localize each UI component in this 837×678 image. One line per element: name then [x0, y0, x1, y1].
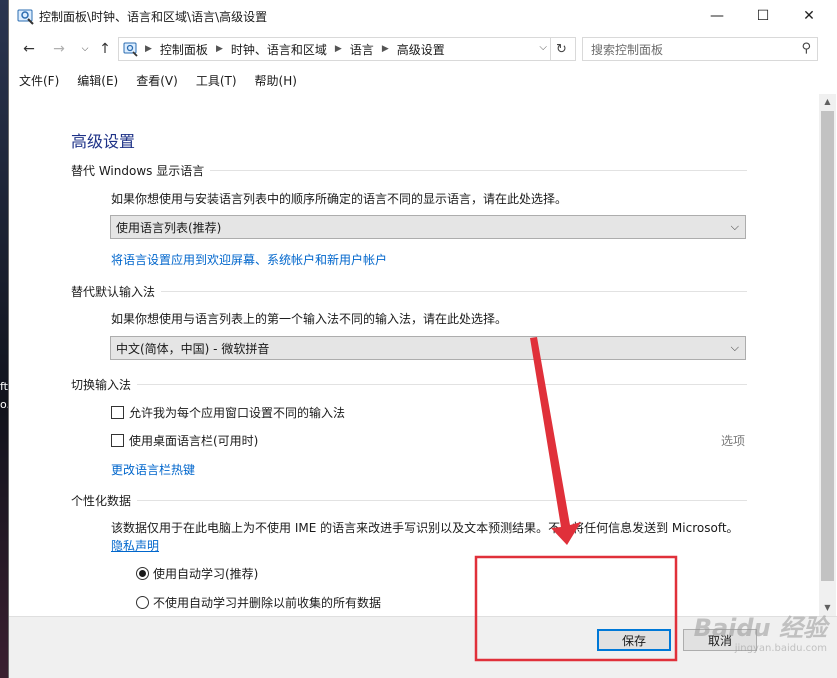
minimize-button[interactable]: — [694, 0, 740, 32]
section-switch-input: 切换输入法 [71, 376, 747, 393]
breadcrumb-language[interactable]: 语言 [350, 41, 374, 58]
vertical-scrollbar[interactable]: ▲ ▼ [819, 94, 836, 616]
address-field[interactable]: ▶ 控制面板 ▶ 时钟、语言和区域 ▶ 语言 ▶ 高级设置 ⌵ [118, 37, 576, 61]
radio-label: 不使用自动学习并删除以前收集的所有数据 [153, 596, 382, 610]
address-bar: ← → ⌵ ↑ ▶ 控制面板 ▶ 时钟、语言和区域 ▶ 语言 ▶ 高级设置 ⌵ … [9, 34, 837, 64]
menu-bar: 文件(F) 编辑(E) 查看(V) 工具(T) 帮助(H) [9, 70, 837, 90]
title-bar: 控制面板\时钟、语言和区域\语言\高级设置 — ☐ ✕ [9, 0, 837, 32]
apply-language-settings-link[interactable]: 将语言设置应用到欢迎屏幕、系统帐户和新用户帐户 [111, 251, 387, 268]
maximize-button[interactable]: ☐ [740, 0, 786, 32]
breadcrumb-control-panel[interactable]: 控制面板 [160, 41, 208, 58]
menu-tools[interactable]: 工具(T) [196, 72, 237, 89]
chevron-down-icon: ⌵ [730, 220, 739, 233]
search-placeholder: 搜索控制面板 [591, 42, 664, 57]
change-hotkeys-link[interactable]: 更改语言栏热键 [111, 461, 195, 478]
breadcrumb-chevron-icon: ▶ [334, 44, 342, 54]
breadcrumb-chevron-icon: ▶ [381, 44, 389, 54]
desktop-background [0, 0, 8, 678]
breadcrumb-chevron-icon: ▶ [215, 44, 223, 54]
forward-arrow-icon[interactable]: → [49, 39, 69, 59]
section-divider [161, 291, 747, 292]
desktop-text-snippet: ft [0, 380, 8, 393]
control-panel-icon [119, 38, 143, 60]
section-heading: 切换输入法 [71, 378, 132, 392]
search-input[interactable]: 搜索控制面板 ⚲ [582, 37, 818, 61]
save-button[interactable]: 保存 [597, 629, 671, 651]
auto-learning-radio-row[interactable]: 使用自动学习(推荐) [136, 565, 258, 582]
checkbox[interactable] [111, 406, 124, 419]
personalization-description: 该数据仅用于在此电脑上为不使用 IME 的语言来改进手写识别以及文本预测结果。不… [111, 521, 739, 535]
menu-help[interactable]: 帮助(H) [255, 72, 297, 89]
watermark-url: jingyan.baidu.com [734, 643, 827, 654]
menu-edit[interactable]: 编辑(E) [77, 72, 118, 89]
radio-label: 使用自动学习(推荐) [153, 567, 259, 581]
window-title: 控制面板\时钟、语言和区域\语言\高级设置 [39, 10, 268, 24]
breadcrumb-chevron-icon: ▶ [145, 44, 152, 54]
no-auto-learning-radio-row[interactable]: 不使用自动学习并删除以前收集的所有数据 [136, 594, 381, 611]
radio-button[interactable] [136, 596, 149, 609]
section-display-language: 替代 Windows 显示语言 [71, 162, 747, 179]
checkbox-label: 使用桌面语言栏(可用时) [129, 434, 259, 448]
control-panel-window: 控制面板\时钟、语言和区域\语言\高级设置 — ☐ ✕ ← → ⌵ ↑ ▶ 控制… [8, 0, 837, 678]
close-button[interactable]: ✕ [786, 0, 832, 32]
privacy-statement-link[interactable]: 隐私声明 [111, 537, 159, 554]
display-language-selected: 使用语言列表(推荐) [116, 220, 222, 235]
default-input-description: 如果你想使用与语言列表上的第一个输入法不同的输入法，请在此处选择。 [111, 312, 508, 326]
menu-file[interactable]: 文件(F) [19, 72, 59, 89]
page-title: 高级设置 [71, 132, 136, 151]
section-divider [137, 500, 747, 501]
default-input-selected: 中文(简体，中国) - 微软拼音 [116, 341, 270, 356]
radio-button-checked[interactable] [136, 567, 149, 580]
watermark-logo-text: Baidu 经验 [693, 614, 827, 642]
default-input-select[interactable]: 中文(简体，中国) - 微软拼音 ⌵ [110, 336, 746, 360]
refresh-icon[interactable]: ↻ [550, 37, 572, 61]
section-divider [137, 384, 747, 385]
section-heading: 个性化数据 [71, 494, 132, 508]
section-divider [210, 170, 747, 171]
baidu-watermark: Baidu 经验 jingyan.baidu.com [694, 608, 827, 654]
scroll-thumb[interactable] [821, 111, 834, 581]
recent-chevron-down-icon[interactable]: ⌵ [75, 39, 95, 59]
breadcrumb-advanced-settings[interactable]: 高级设置 [397, 41, 445, 58]
checkbox-label: 允许我为每个应用窗口设置不同的输入法 [129, 406, 346, 420]
per-app-input-checkbox-row[interactable]: 允许我为每个应用窗口设置不同的输入法 [111, 404, 345, 421]
section-personalization: 个性化数据 [71, 492, 747, 509]
menu-view[interactable]: 查看(V) [136, 72, 178, 89]
display-language-select[interactable]: 使用语言列表(推荐) ⌵ [110, 215, 746, 239]
breadcrumb-clock-language-region[interactable]: 时钟、语言和区域 [231, 41, 327, 58]
settings-content: 高级设置 替代 Windows 显示语言 如果你想使用与安装语言列表中的顺序所确… [9, 94, 819, 616]
display-language-description: 如果你想使用与安装语言列表中的顺序所确定的语言不同的显示语言，请在此处选择。 [111, 192, 568, 206]
section-heading: 替代默认输入法 [71, 285, 156, 299]
scroll-up-arrow-icon[interactable]: ▲ [819, 94, 836, 110]
control-panel-icon [17, 9, 34, 25]
back-arrow-icon[interactable]: ← [19, 39, 39, 59]
chevron-down-icon: ⌵ [730, 341, 739, 354]
checkbox[interactable] [111, 434, 124, 447]
address-dropdown-chevron-icon[interactable]: ⌵ [539, 42, 547, 53]
search-icon[interactable]: ⚲ [801, 41, 811, 56]
up-arrow-icon[interactable]: ↑ [95, 39, 115, 59]
desktop-language-bar-checkbox-row[interactable]: 使用桌面语言栏(可用时) [111, 432, 258, 449]
section-heading: 替代 Windows 显示语言 [71, 164, 205, 178]
section-default-input: 替代默认输入法 [71, 283, 747, 300]
language-bar-options-link[interactable]: 选项 [721, 432, 745, 449]
